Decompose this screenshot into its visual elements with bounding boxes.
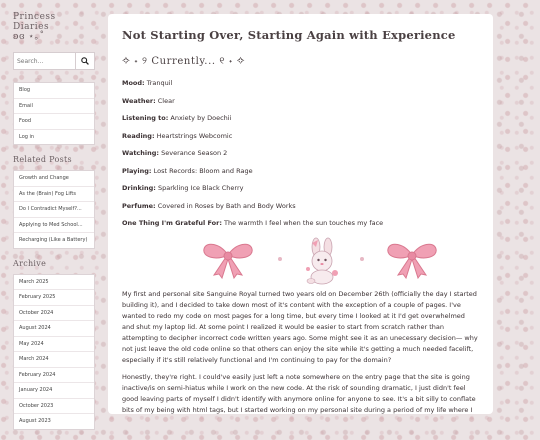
related-post-item[interactable]: Growth and Change — [14, 171, 94, 187]
status-value: Anxiety by Doechii — [170, 114, 232, 122]
nav-item-login[interactable]: Log in — [14, 130, 94, 145]
search-icon — [81, 57, 89, 65]
status-value: Clear — [157, 96, 175, 105]
archive-item[interactable]: January 2024 — [14, 383, 94, 399]
site-title[interactable]: Princess Diaries ʚɞ ⋆｡˚ — [13, 12, 95, 42]
main-nav: Blog Email Food Log in — [13, 82, 95, 145]
status-reading: Reading: Heartstrings Webcomic — [122, 132, 479, 140]
status-label: Reading: — [122, 131, 155, 140]
status-value: Sparkling Ice Black Cherry — [157, 184, 244, 192]
status-value: Severance Season 2 — [161, 149, 228, 157]
status-drinking: Drinking: Sparkling Ice Black Cherry — [122, 184, 479, 192]
status-label: Weather: — [122, 96, 156, 105]
post-content: Not Starting Over, Starting Again with E… — [108, 14, 493, 414]
archive-item[interactable]: August 2023 — [14, 414, 94, 429]
search-button[interactable] — [75, 52, 95, 70]
related-posts-list: Growth and Change As the (Brain) Fog Lif… — [13, 170, 95, 249]
status-label: Playing: — [122, 166, 152, 175]
related-post-item[interactable]: Applying to Med School... — [14, 218, 94, 233]
post-paragraph: My first and personal site Sanguine Roya… — [122, 289, 478, 364]
archive-heading: Archive — [13, 258, 47, 268]
sidebar: Princess Diaries ʚɞ ⋆｡˚ Blog Email Food … — [13, 12, 95, 440]
status-perfume: Perfume: Covered in Roses by Bath and Bo… — [122, 202, 479, 210]
site-subtitle: ʚɞ ⋆｡˚ — [13, 32, 45, 42]
status-value: The warmth I feel when the sun touches m… — [224, 219, 384, 227]
pink-bow-icon — [387, 243, 437, 279]
heart-dot-icon — [278, 256, 282, 261]
status-label: Listening to: — [122, 114, 169, 122]
status-value: Lost Records: Bloom and Rage — [153, 166, 253, 175]
archive-item[interactable]: October 2024 — [14, 306, 94, 321]
decorative-divider — [122, 237, 479, 285]
post-paragraph: Honestly, they're right. I could've easi… — [122, 372, 476, 414]
status-listening: Listening to: Anxiety by Doechii — [122, 114, 479, 122]
status-value: Heartstrings Webcomic — [156, 131, 233, 140]
search-bar — [13, 52, 95, 70]
archive-item[interactable]: October 2023 — [14, 399, 94, 414]
bunny-icon — [306, 237, 338, 284]
status-mood: Mood: Tranquil — [122, 79, 479, 87]
status-label: Watching: — [122, 149, 160, 157]
status-watching: Watching: Severance Season 2 — [122, 149, 479, 157]
archive-item[interactable]: March 2024 — [14, 352, 94, 368]
related-post-item[interactable]: Do I Contradict Myself?... — [14, 202, 94, 218]
archive-item[interactable]: February 2024 — [14, 368, 94, 383]
post-title: Not Starting Over, Starting Again with E… — [122, 28, 456, 42]
related-posts-heading: Related Posts — [13, 155, 72, 164]
status-label: Drinking: — [122, 184, 156, 192]
status-label: One Thing I'm Grateful For: — [122, 219, 222, 227]
status-playing: Playing: Lost Records: Bloom and Rage — [122, 167, 479, 175]
archive-item[interactable]: February 2025 — [14, 290, 94, 306]
archive-item[interactable]: May 2024 — [14, 337, 94, 352]
status-value: Tranquil — [146, 79, 173, 87]
related-post-item[interactable]: As the (Brain) Fog Lifts — [14, 187, 94, 202]
status-label: Perfume: — [122, 201, 156, 210]
currently-heading: ✧ ˖ ୨ Currently... ୧ ˖ ✧ — [122, 56, 246, 67]
search-input[interactable] — [13, 52, 75, 70]
status-weather: Weather: Clear — [122, 97, 479, 105]
archive-item[interactable]: March 2025 — [14, 275, 94, 290]
status-grateful: One Thing I'm Grateful For: The warmth I… — [122, 219, 479, 227]
status-label: Mood: — [122, 79, 145, 87]
heart-dot-icon — [360, 256, 364, 261]
nav-item-blog[interactable]: Blog — [14, 83, 94, 99]
pink-bow-icon — [203, 243, 253, 279]
archive-item[interactable]: August 2024 — [14, 321, 94, 337]
nav-item-email[interactable]: Email — [14, 99, 94, 114]
related-post-item[interactable]: Recharging (Like a Battery) — [14, 233, 94, 248]
site-title-text[interactable]: Princess Diaries — [13, 12, 95, 32]
status-value: Covered in Roses by Bath and Body Works — [157, 201, 296, 210]
archive-list: March 2025 February 2025 October 2024 Au… — [13, 273, 95, 430]
nav-item-food[interactable]: Food — [14, 114, 94, 130]
